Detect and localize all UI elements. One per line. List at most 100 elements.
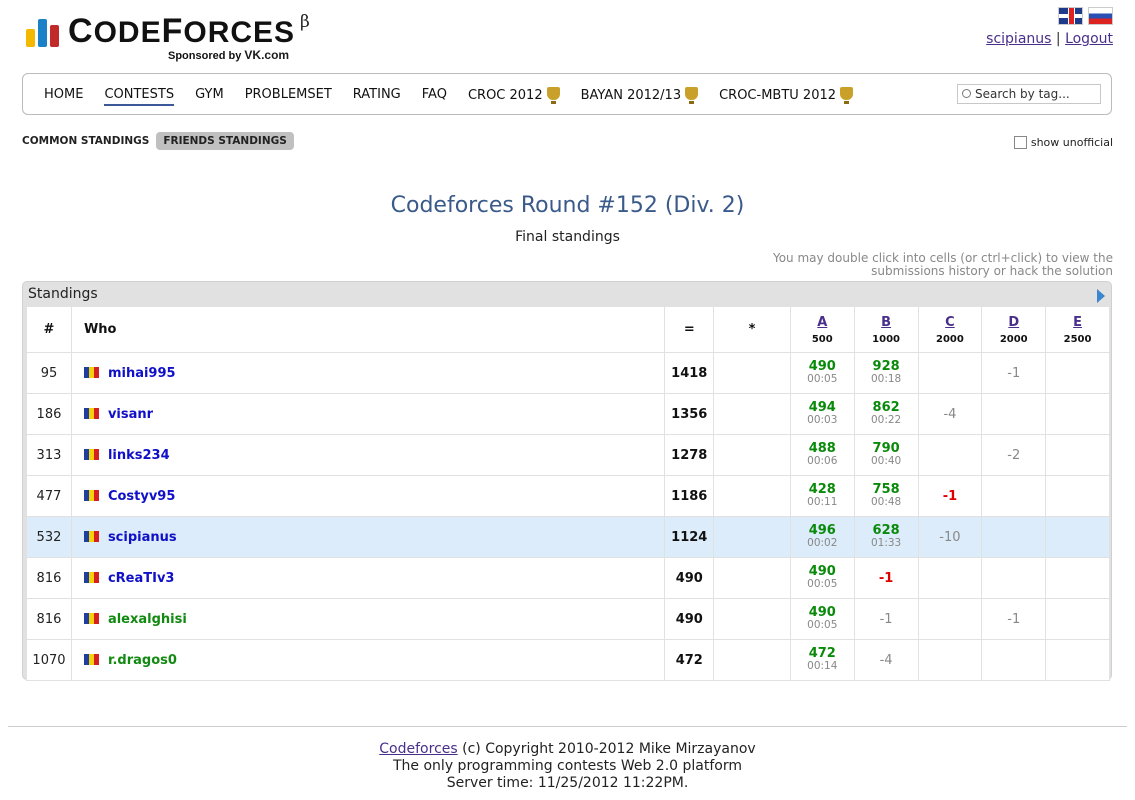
accepted-time: 00:48: [870, 496, 902, 508]
problem-c-cell[interactable]: [917, 557, 983, 599]
footer-codeforces-link[interactable]: Codeforces: [379, 741, 457, 757]
problem-c-cell[interactable]: -1: [917, 475, 983, 517]
language-flags: [1058, 7, 1113, 25]
romania-flag-icon: [83, 366, 99, 378]
problem-e-cell[interactable]: [1045, 516, 1110, 558]
hacks-cell: [713, 393, 791, 435]
problem-e-cell[interactable]: [1045, 598, 1110, 640]
problem-a-cell[interactable]: 490 00:05: [789, 352, 855, 394]
menu-home[interactable]: HOME: [44, 87, 83, 106]
problem-a-cell[interactable]: 496 00:02: [789, 516, 855, 558]
menu-croc-mbtu[interactable]: CROC-MBTU 2012: [719, 87, 854, 106]
menu-croc-2012[interactable]: CROC 2012: [468, 87, 560, 106]
user-handle-link[interactable]: mihai995: [108, 366, 176, 381]
problem-b-cell[interactable]: 862 00:22: [853, 393, 919, 435]
problem-c-link[interactable]: C: [945, 315, 955, 330]
problem-d-cell[interactable]: [981, 475, 1047, 517]
rejected-attempts: -1: [1007, 365, 1021, 381]
problem-b-cell[interactable]: -1: [853, 598, 919, 640]
tab-common-standings[interactable]: COMMON STANDINGS: [22, 135, 149, 147]
hacks-cell: [713, 639, 791, 681]
problem-a-cell[interactable]: 490 00:05: [789, 557, 855, 599]
user-handle-link[interactable]: visanr: [108, 407, 153, 422]
english-flag-icon[interactable]: [1058, 7, 1083, 25]
tab-friends-standings[interactable]: FRIENDS STANDINGS: [156, 132, 294, 150]
menu-faq[interactable]: FAQ: [422, 87, 447, 106]
problem-b-cell[interactable]: -4: [853, 639, 919, 681]
problem-d-cell[interactable]: [981, 557, 1047, 599]
standings-caption: Standings: [28, 286, 98, 302]
problem-points: 472: [808, 646, 836, 661]
problem-e-cell[interactable]: [1045, 475, 1110, 517]
problem-points: 496: [808, 523, 836, 538]
menu-rating[interactable]: RATING: [353, 87, 401, 106]
main-menu-bar: HOME CONTESTS GYM PROBLEMSET RATING FAQ …: [22, 73, 1112, 115]
rejected-attempts: -1: [879, 611, 893, 627]
russian-flag-icon[interactable]: [1088, 7, 1113, 25]
problem-d-cell[interactable]: -2: [981, 434, 1047, 476]
problem-c-cell[interactable]: -4: [917, 393, 983, 435]
user-handle-link[interactable]: links234: [108, 448, 170, 463]
problem-b-cell[interactable]: 628 01:33: [853, 516, 919, 558]
user-handle-link[interactable]: cReaTIv3: [108, 571, 175, 586]
user-handle-link[interactable]: r.dragos0: [108, 653, 177, 668]
problem-c-cell[interactable]: [917, 352, 983, 394]
user-handle-link[interactable]: Costyv95: [108, 489, 175, 504]
menu-bayan[interactable]: BAYAN 2012/13: [581, 87, 699, 106]
problem-a-cell[interactable]: 494 00:03: [789, 393, 855, 435]
problem-b-link[interactable]: B: [881, 315, 891, 330]
problem-b-cell[interactable]: 758 00:48: [853, 475, 919, 517]
problem-c-cell[interactable]: -10: [917, 516, 983, 558]
logo-bars-icon: [26, 17, 59, 47]
who-cell: alexalghisi: [70, 598, 666, 640]
standings-header-row: # Who = * A 500 B 1000 C 2000 D 2000 E 2500: [26, 306, 1110, 353]
problem-c-cell[interactable]: [917, 598, 983, 640]
problem-c-cell[interactable]: [917, 434, 983, 476]
problem-a-cell[interactable]: 490 00:05: [789, 598, 855, 640]
problem-a-cell[interactable]: 488 00:06: [789, 434, 855, 476]
problem-e-cell[interactable]: [1045, 434, 1110, 476]
problem-a-link[interactable]: A: [817, 315, 827, 330]
accepted-result: 472 00:14: [791, 647, 854, 673]
problem-d-link[interactable]: D: [1008, 315, 1019, 330]
hint-line-2: submissions history or hack the solution: [871, 264, 1113, 278]
user-handle-link[interactable]: alexalghisi: [108, 612, 187, 627]
standings-tabs: COMMON STANDINGS FRIENDS STANDINGS: [22, 132, 294, 150]
problem-d-cell[interactable]: [981, 516, 1047, 558]
codeforces-logo[interactable]: CODEFORCES β Sponsored by VK.com: [26, 12, 310, 62]
table-row: 95 mihai995 1418 490 00:05 928 00:18 -1: [26, 352, 1110, 394]
problem-b-cell[interactable]: 790 00:40: [853, 434, 919, 476]
problem-e-link[interactable]: E: [1073, 315, 1082, 330]
problem-a-cell[interactable]: 428 00:11: [789, 475, 855, 517]
problem-points: 758: [872, 482, 900, 497]
who-cell: mihai995: [70, 352, 666, 394]
problem-b-cell[interactable]: 928 00:18: [853, 352, 919, 394]
problem-c-cell[interactable]: [917, 639, 983, 681]
problem-a-cell[interactable]: 472 00:14: [789, 639, 855, 681]
problem-b-cell[interactable]: -1: [853, 557, 919, 599]
user-handle-link[interactable]: scipianus: [108, 530, 177, 545]
tag-search-input[interactable]: Search by tag...: [957, 84, 1101, 104]
menu-gym[interactable]: GYM: [195, 87, 224, 106]
accepted-result: 488 00:06: [791, 442, 854, 468]
problem-e-cell[interactable]: [1045, 352, 1110, 394]
problem-d-cell[interactable]: [981, 639, 1047, 681]
problem-points: 490: [808, 359, 836, 374]
problem-e-cell[interactable]: [1045, 393, 1110, 435]
show-unofficial-toggle[interactable]: show unofficial: [1013, 136, 1113, 149]
logout-link[interactable]: Logout: [1065, 31, 1113, 47]
problem-e-cell[interactable]: [1045, 639, 1110, 681]
accepted-result: 494 00:03: [791, 401, 854, 427]
problem-e-cell[interactable]: [1045, 557, 1110, 599]
accepted-result: 758 00:48: [855, 483, 918, 509]
problem-d-cell[interactable]: -1: [981, 352, 1047, 394]
arrow-right-icon[interactable]: [1097, 289, 1105, 303]
menu-contests[interactable]: CONTESTS: [104, 87, 175, 106]
menu-problemset[interactable]: PROBLEMSET: [245, 87, 332, 106]
profile-link[interactable]: scipianus: [986, 31, 1051, 47]
score-cell: 1356: [664, 393, 715, 435]
show-unofficial-checkbox[interactable]: [1013, 136, 1027, 149]
problem-d-cell[interactable]: [981, 393, 1047, 435]
score-cell: 1418: [664, 352, 715, 394]
problem-d-cell[interactable]: -1: [981, 598, 1047, 640]
